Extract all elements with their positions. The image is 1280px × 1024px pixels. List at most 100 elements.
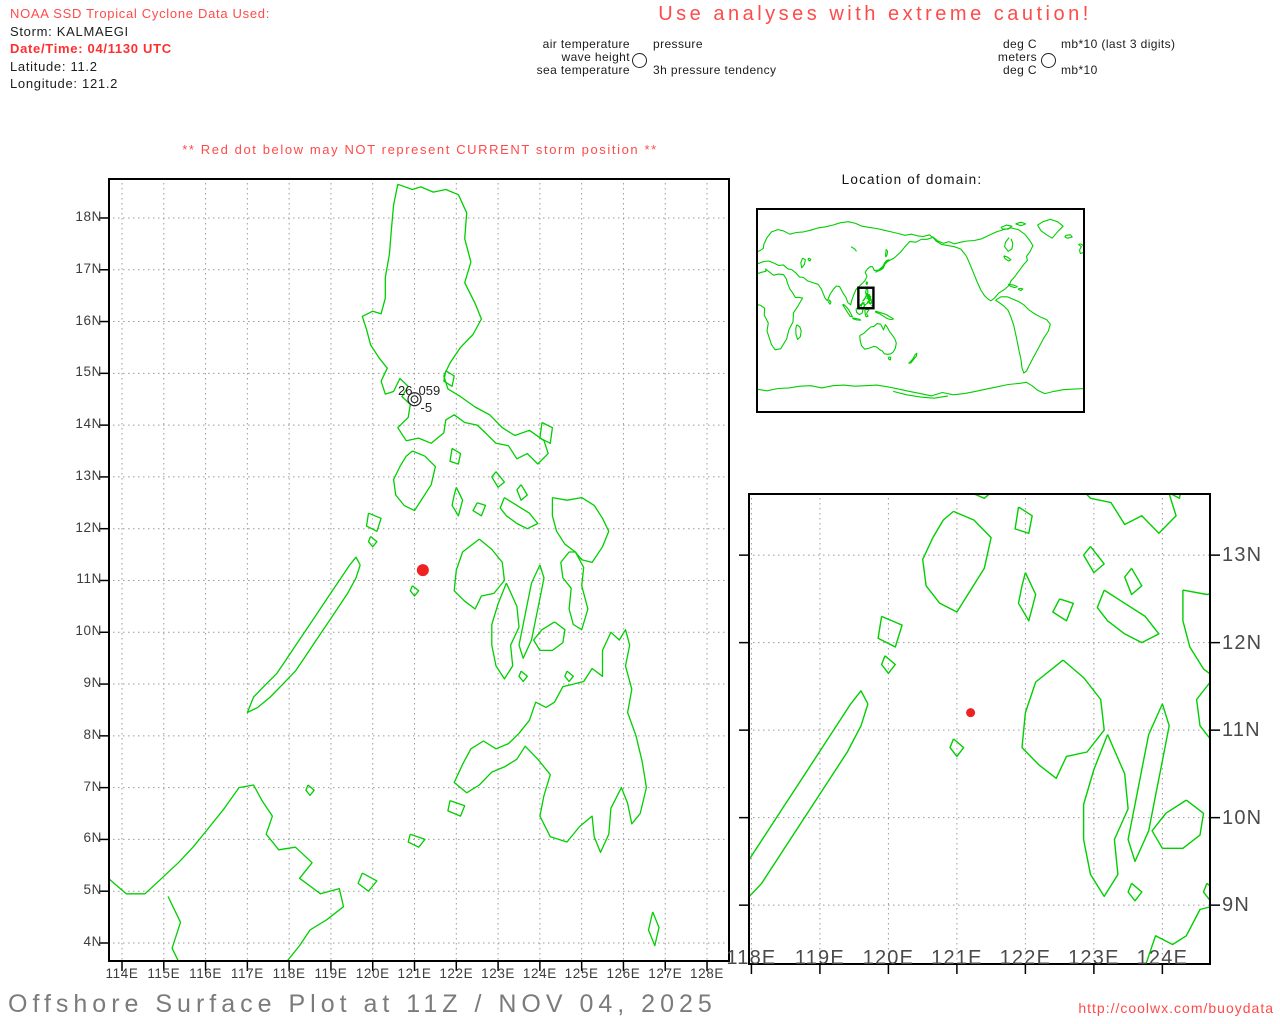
coastline: [1003, 255, 1012, 262]
coastline: [859, 323, 897, 355]
zoom-map-lat-label: 12N: [1222, 631, 1263, 654]
zoom-map-lon-label: 123E: [1068, 947, 1120, 969]
coastline: [1004, 237, 1014, 252]
main-map-lat-label: 8N: [83, 726, 102, 742]
coastline: [862, 296, 866, 302]
coastline: [407, 833, 426, 848]
zoom-map: [739, 493, 1220, 974]
coastline: [892, 390, 948, 399]
storm-datetime-line: Date/Time: 04/1130 UTC: [10, 41, 172, 56]
coastline: [931, 227, 1034, 302]
coastline: [995, 296, 1051, 374]
main-map-lon-label: 126E: [606, 966, 641, 981]
coastline: [451, 487, 464, 517]
storm-latitude-line: Latitude: 11.2: [10, 58, 98, 74]
coastline: [842, 303, 853, 318]
coastline: [1014, 506, 1033, 534]
coastline: [518, 670, 528, 683]
main-map-lon-label: 116E: [189, 966, 223, 981]
zoom-map-lon-label: 122E: [999, 947, 1052, 969]
main-map-lat-label: 9N: [83, 675, 102, 691]
coastline: [865, 281, 869, 286]
storm-name-line: Storm: KALMAEGI: [10, 23, 129, 39]
station-pressure-tendency: -5: [421, 400, 433, 415]
main-map-lat-label: 7N: [83, 778, 102, 794]
world-map: [756, 208, 1085, 413]
main-map-lon-label: 115E: [147, 966, 181, 981]
station-circle-icon: [632, 53, 647, 68]
coastline: [1127, 882, 1143, 902]
main-map-lat-label: 6N: [83, 830, 102, 846]
coastline: [392, 450, 437, 512]
plot-title: Offshore Surface Plot at 11Z / NOV 04, 2…: [8, 990, 717, 1018]
main-map-lon-label: 121E: [397, 966, 432, 981]
coastline: [756, 221, 933, 306]
main-map-lon-label: 114E: [105, 966, 139, 981]
main-map-lat-label: 16N: [75, 312, 102, 328]
zoom-map-lon-label: 120E: [862, 947, 915, 969]
coastline: [1082, 734, 1129, 898]
coastline: [1127, 703, 1170, 863]
coastline: [828, 299, 832, 305]
coastline: [491, 582, 520, 680]
main-map-lon-label: 117E: [230, 966, 264, 981]
legend-sea-temperature-units: deg C: [1002, 63, 1037, 77]
coastline: [453, 629, 648, 854]
main-map-lat-label: 14N: [75, 416, 102, 432]
coastline: [887, 356, 892, 361]
station-air-temperature: 26: [398, 383, 412, 398]
zoom-map-lat-label: 13N: [1222, 544, 1263, 567]
coastline: [1007, 283, 1018, 289]
coastline: [756, 381, 1085, 397]
coastline: [880, 655, 896, 674]
coastline: [560, 551, 589, 631]
legend-sea-temperature-label: sea temperature: [536, 63, 630, 77]
coastline: [908, 352, 918, 365]
coastline: [453, 538, 506, 610]
coastline: [1195, 681, 1211, 784]
map-layers: [756, 218, 1085, 399]
coastline: [1124, 567, 1143, 596]
zoom-map-lon-label: 124E: [1136, 947, 1189, 969]
main-map-lon-label: 127E: [648, 966, 683, 981]
coastline: [1021, 659, 1105, 779]
map-layers: 26 059 -5: [108, 178, 730, 962]
main-map-lon-label: 123E: [481, 966, 516, 981]
legend-pressure-units: mb*10 (last 3 digits): [1061, 37, 1176, 51]
storm-position-warning: ** Red dot below may NOT represent CURRE…: [182, 142, 658, 157]
offshore-surface-plot-page: NOAA SSD Tropical Cyclone Data Used: Sto…: [0, 0, 1280, 1024]
coastline: [1064, 234, 1073, 239]
storm-position-dot: [416, 564, 429, 577]
main-map-lat-label: 12N: [75, 519, 102, 535]
main-map-lon-label: 124E: [522, 966, 557, 981]
main-map-lat-label: 5N: [83, 882, 102, 898]
legend-pressure-label: pressure: [653, 37, 703, 51]
main-map-lon-label: 125E: [564, 966, 599, 981]
source-url: http://coolwx.com/buoydata: [1078, 1000, 1274, 1016]
coastline: [1151, 799, 1205, 849]
coastline: [885, 249, 889, 258]
coastline: [516, 484, 528, 501]
zoom-map-lon-label: 119E: [794, 947, 845, 969]
coastline: [756, 268, 804, 351]
main-map-lat-label: 13N: [75, 467, 102, 483]
caution-banner: Use analyses with extreme caution!: [658, 3, 1092, 25]
main-map-lat-label: 17N: [75, 260, 102, 276]
storm-info-panel: NOAA SSD Tropical Cyclone Data Used: Sto…: [10, 5, 270, 93]
coastline: [1096, 589, 1160, 644]
zoom-map-lon-label: 121E: [931, 947, 983, 969]
station-circle-icon: [1041, 53, 1056, 68]
coastline: [1017, 287, 1024, 292]
zoom-map-lat-label: 9N: [1222, 894, 1250, 917]
coastline: [1015, 221, 1027, 227]
data-source-line: NOAA SSD Tropical Cyclone Data Used:: [10, 6, 271, 21]
coastline: [850, 246, 857, 252]
coastline: [1037, 218, 1064, 239]
coastline: [472, 502, 487, 517]
coastline: [1144, 905, 1211, 965]
main-map-lon-label: 118E: [272, 966, 306, 981]
main-map-lat-label: 10N: [75, 623, 102, 639]
coastline: [167, 896, 182, 962]
coastline: [532, 621, 566, 652]
coastline: [866, 296, 870, 300]
